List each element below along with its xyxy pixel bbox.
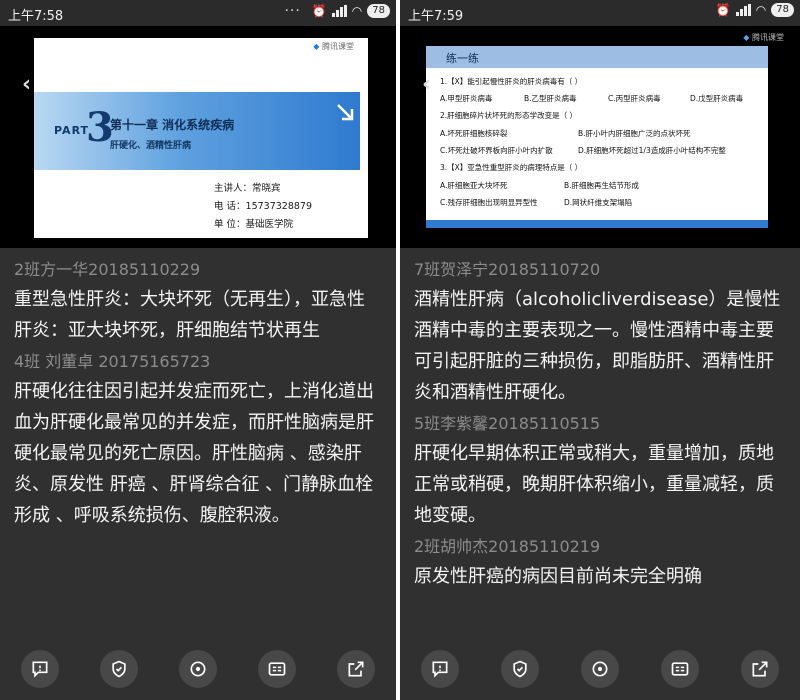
- shield-button[interactable]: [99, 650, 138, 688]
- part-label: PART: [54, 124, 90, 137]
- comment-text: 肝硬化早期体积正常或稍大，重量增加，质地正常或稍硬，晚期肝体积缩小，重量减轻，质…: [414, 443, 774, 526]
- comment-item: 2班胡帅杰20185110219 原发性肝癌的病因目前尚未完全明确: [414, 537, 786, 592]
- option: C.残存肝细胞出现明显异型性: [440, 198, 538, 207]
- lecturer-phone: 电 话：15737328879: [214, 201, 313, 212]
- bottom-toolbar: [400, 638, 800, 700]
- location-button[interactable]: [178, 650, 217, 688]
- status-time: 上午7:58: [8, 9, 64, 24]
- comment-author: 7班贺泽宁20185110720: [414, 260, 601, 279]
- comment-list[interactable]: 2班方一华20185110229 重型急性肝炎：大块坏死（无再生），亚急性肝炎：…: [0, 248, 396, 638]
- question-3: 3.【X】亚急性重型肝炎的病理特点是（ ）: [440, 163, 583, 172]
- option: D.肝细胞坏死超过1/3造成肝小叶结构不完整: [578, 146, 726, 155]
- chapter-subtitle: 肝硬化、酒精性肝病: [110, 141, 192, 151]
- share-icon: [752, 661, 768, 677]
- lecture-slide: ◆ 腾讯课堂 PART 3 第十一章 消化系统疾病 肝硬化、酒精性肝病 主讲人：…: [34, 38, 368, 238]
- option: B.肝小叶内肝细胞广泛的点状坏死: [578, 129, 691, 138]
- exercise-slide: 练一练 1.【X】能引起慢性肝炎的肝炎病毒有（ ） A.甲型肝炎病毒 B.乙型肝…: [426, 46, 768, 228]
- option: C.坏死灶破坏界板向肝小叶内扩散: [440, 146, 553, 155]
- question-1: 1.【X】能引起慢性肝炎的肝炎病毒有（ ）: [440, 77, 583, 86]
- arrow-down-right-icon: [332, 100, 358, 126]
- shield-icon: [513, 660, 527, 678]
- option: D.戊型肝炎病毒: [690, 94, 744, 103]
- lecturer-name: 主讲人：常晓宾: [214, 183, 281, 194]
- exercise-title: 练一练: [446, 52, 479, 65]
- comment-author: 5班李紫馨20185110515: [414, 414, 601, 433]
- question-2: 2.肝细胞碎片状坏死的形态学改变是（ ）: [440, 111, 578, 120]
- id-card-button[interactable]: [258, 650, 297, 688]
- id-card-icon: [671, 662, 689, 676]
- option: B.乙型肝炎病毒: [524, 94, 577, 103]
- phone-screen-left: 上午7:58 ··· ⏰ ◠ 78 ◆ 腾讯课堂 PART 3 第十一章 消化系…: [0, 0, 396, 700]
- wifi-icon: ◠: [351, 4, 363, 18]
- back-chevron-icon[interactable]: ‹: [22, 72, 31, 97]
- share-button[interactable]: [337, 650, 376, 688]
- brand-logo: ◆ 腾讯课堂: [743, 33, 784, 42]
- share-button[interactable]: [741, 650, 779, 688]
- comment-text: 重型急性肝炎：大块坏死（无再生），亚急性肝炎：亚大块坏死，肝细胞结节状再生: [14, 289, 365, 341]
- share-icon: [348, 661, 364, 677]
- location-button[interactable]: [581, 650, 619, 688]
- battery-icon: 78: [771, 3, 794, 17]
- comment-icon: [432, 661, 448, 678]
- comment-item: 2班方一华20185110229 重型急性肝炎：大块坏死（无再生），亚急性肝炎：…: [14, 260, 382, 346]
- status-time: 上午7:59: [408, 9, 464, 24]
- more-dots-icon: ···: [284, 3, 301, 19]
- signal-icon: [331, 5, 347, 17]
- comment-list[interactable]: 7班贺泽宁20185110720 酒精性肝病（alcoholicliverdis…: [400, 248, 800, 638]
- alarm-icon: ⏰: [715, 3, 731, 17]
- comment-icon: [32, 661, 48, 678]
- signal-icon: [735, 4, 751, 16]
- status-bar: 上午7:59 ⏰ ◠ 78: [400, 0, 800, 26]
- id-card-button[interactable]: [661, 650, 699, 688]
- id-card-icon: [268, 662, 286, 676]
- comment-text: 原发性肝癌的病因目前尚未完全明确: [414, 566, 702, 587]
- brand-logo: ◆ 腾讯课堂: [313, 42, 354, 51]
- phone-screen-right: 上午7:59 ⏰ ◠ 78 练一练 1.【X】能引起慢性肝炎的肝炎病毒有（ ） …: [400, 0, 800, 700]
- option: B.肝细胞再生结节形成: [564, 181, 640, 190]
- comment-text: 肝硬化往往因引起并发症而死亡，上消化道出血为肝硬化最常见的并发症，而肝性脑病是肝…: [14, 381, 374, 526]
- option: A.肝细胞亚大块坏死: [440, 181, 508, 190]
- back-chevron-icon[interactable]: ‹: [422, 72, 431, 97]
- shield-icon: [112, 660, 126, 678]
- location-target-icon: [190, 661, 206, 677]
- video-player[interactable]: 练一练 1.【X】能引起慢性肝炎的肝炎病毒有（ ） A.甲型肝炎病毒 B.乙型肝…: [400, 26, 800, 248]
- option: C.丙型肝炎病毒: [608, 94, 661, 103]
- comment-item: 7班贺泽宁20185110720 酒精性肝病（alcoholicliverdis…: [414, 260, 786, 408]
- comment-item: 4班 刘董卓 20175165723 肝硬化往往因引起并发症而死亡，上消化道出血…: [14, 352, 382, 531]
- battery-icon: 78: [367, 4, 390, 18]
- slide-footer-bar: [426, 220, 768, 228]
- option: A.坏死肝细胞核碎裂: [440, 129, 508, 138]
- comment-text: 酒精性肝病（alcoholicliverdisease）是慢性酒精中毒的主要表现…: [414, 289, 781, 403]
- location-target-icon: [592, 661, 608, 677]
- comment-button[interactable]: [421, 650, 459, 688]
- option: A.甲型肝炎病毒: [440, 94, 493, 103]
- comment-item: 5班李紫馨20185110515 肝硬化早期体积正常或稍大，重量增加，质地正常或…: [414, 414, 786, 531]
- lecturer-unit: 单 位：基础医学院: [214, 219, 294, 230]
- comment-button[interactable]: [20, 650, 59, 688]
- wifi-icon: ◠: [755, 3, 767, 17]
- comment-author: 2班方一华20185110229: [14, 260, 201, 279]
- alarm-icon: ⏰: [311, 4, 327, 18]
- bottom-toolbar: [0, 638, 396, 700]
- shield-button[interactable]: [501, 650, 539, 688]
- comment-author: 2班胡帅杰20185110219: [414, 537, 601, 556]
- video-player[interactable]: ◆ 腾讯课堂 PART 3 第十一章 消化系统疾病 肝硬化、酒精性肝病 主讲人：…: [0, 26, 396, 248]
- comment-author: 4班 刘董卓 20175165723: [14, 352, 211, 371]
- chapter-title: 第十一章 消化系统疾病: [110, 118, 235, 132]
- option: D.网状纤维支架塌陷: [564, 198, 633, 207]
- status-bar: 上午7:58 ··· ⏰ ◠ 78: [0, 0, 396, 26]
